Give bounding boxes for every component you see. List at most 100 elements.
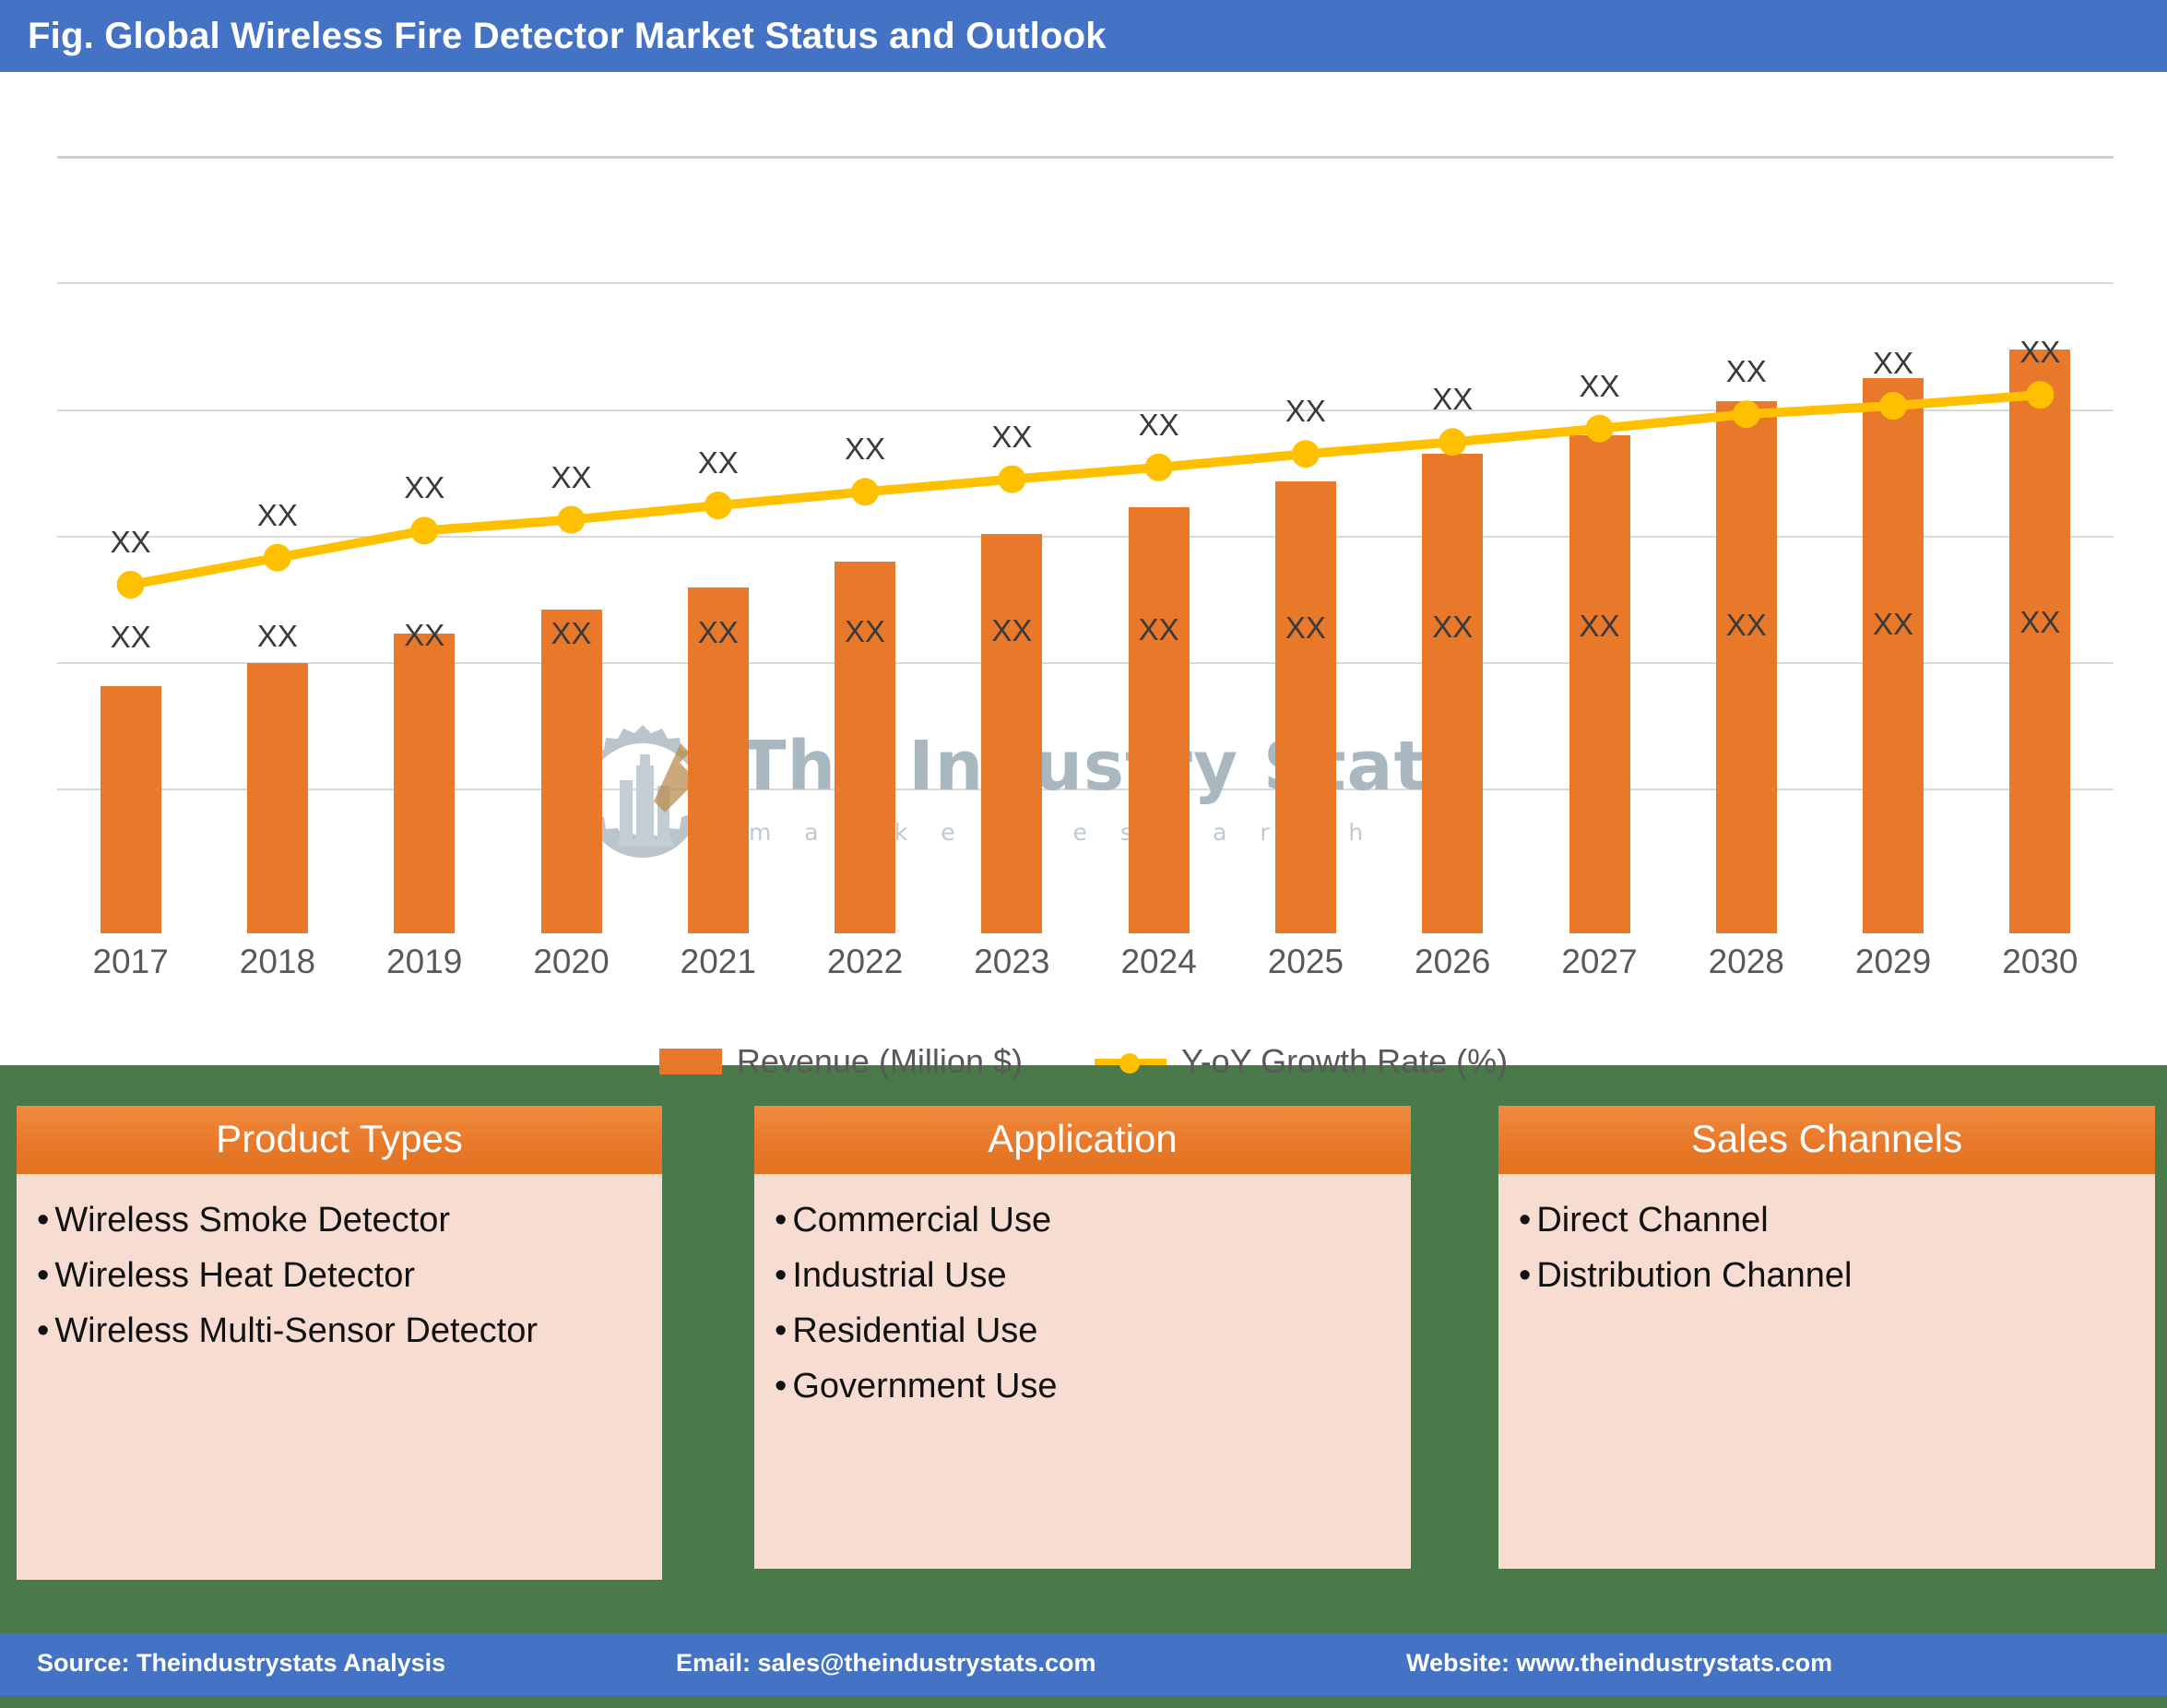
line-marker xyxy=(1879,392,1908,420)
card-body: • Direct Channel • Distribution Channel xyxy=(1498,1174,2155,1569)
card-body: • Commercial Use • Industrial Use • Residenti… xyxy=(754,1174,1411,1569)
bullet-icon: • xyxy=(1519,1256,1532,1296)
x-axis-tick: 2022 xyxy=(826,943,904,980)
line-value-label: XX xyxy=(1138,407,1179,442)
x-axis-tick: 2024 xyxy=(1120,943,1197,980)
line-marker xyxy=(1439,428,1467,457)
line-marker xyxy=(557,505,586,534)
card-list-item-label: Commercial Use xyxy=(792,1201,1052,1239)
line-marker xyxy=(2026,381,2055,409)
line-value-label: XX xyxy=(551,459,592,494)
card-application: Application • Commercial Use • Industrial U… xyxy=(754,1106,1411,1569)
bar-value-label: XX xyxy=(551,616,592,651)
x-axis-tick: 2029 xyxy=(1854,943,1932,980)
card-list-item: • Government Use xyxy=(754,1358,1411,1414)
bar-value-label: XX xyxy=(845,614,886,648)
line-value-label: XX xyxy=(256,497,298,532)
bar-value-label: XX xyxy=(1285,611,1326,646)
chart-panel: The Industry Stats m a r k e t r e s e a… xyxy=(0,72,2167,1080)
x-axis-tick: 2019 xyxy=(386,943,463,980)
card-title: Sales Channels xyxy=(1498,1106,2155,1174)
x-axis-tick: 2021 xyxy=(680,943,756,980)
bar-value-label: XX xyxy=(1725,607,1767,642)
card-list-item-label: Direct Channel xyxy=(1536,1201,1769,1239)
footer-bar: Source: Theindustrystats Analysis Email:… xyxy=(0,1633,2167,1696)
line-value-label: XX xyxy=(697,445,739,480)
line-marker xyxy=(1291,440,1320,469)
card-title: Application xyxy=(754,1106,1411,1174)
card-product-types: Product Types • Wireless Smoke Detector • W… xyxy=(17,1106,662,1580)
bullet-icon: • xyxy=(37,1256,50,1296)
card-list-item-label: Industrial Use xyxy=(792,1256,1007,1296)
card-list-item: • Commercial Use xyxy=(754,1192,1411,1248)
line-marker xyxy=(116,571,145,599)
bullet-icon: • xyxy=(775,1311,787,1351)
card-list-item: • Industrial Use xyxy=(754,1248,1411,1303)
figure-root: Fig. Global Wireless Fire Detector Marke… xyxy=(0,0,2167,1708)
x-axis-tick: 2020 xyxy=(533,943,610,980)
card-list-item: • Wireless Multi-Sensor Detector xyxy=(17,1303,662,1358)
card-title: Product Types xyxy=(17,1106,662,1174)
card-sales-channels: Sales Channels • Direct Channel • Distribut… xyxy=(1498,1106,2155,1569)
card-body: • Wireless Smoke Detector • Wireless Heat D… xyxy=(17,1174,662,1580)
line-value-label: XX xyxy=(1873,345,1914,380)
line-value-label: XX xyxy=(1432,382,1474,417)
card-list-item-label: Wireless Multi-Sensor Detector xyxy=(54,1311,538,1351)
line-value-label: XX xyxy=(1579,368,1620,403)
x-axis-tick: 2017 xyxy=(92,943,169,980)
bar-value-label: XX xyxy=(1138,611,1179,646)
bar-value-label: XX xyxy=(1579,609,1620,643)
footer-source: Source: Theindustrystats Analysis xyxy=(37,1649,446,1677)
line-value-label: XX xyxy=(845,432,886,467)
header-bar: Fig. Global Wireless Fire Detector Marke… xyxy=(0,0,2167,72)
card-list-item: • Residential Use xyxy=(754,1303,1411,1358)
line-value-label: XX xyxy=(404,470,445,505)
x-axis-tick: 2025 xyxy=(1267,943,1344,980)
line-value-label: XX xyxy=(2019,335,2061,370)
line-marker xyxy=(998,465,1026,493)
bullet-icon: • xyxy=(37,1311,50,1351)
page-title: Fig. Global Wireless Fire Detector Marke… xyxy=(28,15,1107,56)
card-list-item: • Wireless Smoke Detector xyxy=(17,1192,662,1248)
bar-value-label: XX xyxy=(1432,610,1474,645)
x-axis-tick: 2028 xyxy=(1708,943,1784,980)
x-axis-tick: 2030 xyxy=(2002,943,2078,980)
bar-value-label: XX xyxy=(404,617,445,652)
plot-area: The Industry Stats m a r k e t r e s e a… xyxy=(57,156,2114,933)
bullet-icon: • xyxy=(775,1201,787,1239)
x-axis-tick: 2027 xyxy=(1561,943,1638,980)
card-list-item: • Direct Channel xyxy=(1498,1192,2155,1248)
bullet-icon: • xyxy=(775,1256,787,1296)
x-axis-tick: 2023 xyxy=(974,943,1050,980)
bar-value-label: XX xyxy=(256,618,298,653)
card-list-item: • Wireless Heat Detector xyxy=(17,1248,662,1303)
line-marker xyxy=(263,543,291,572)
line-value-label: XX xyxy=(991,419,1033,454)
category-cards: Product Types • Wireless Smoke Detector • W… xyxy=(0,1065,2167,1633)
x-axis: 2017 2018 2019 2020 2021 2022 2023 2024 2025 2026… xyxy=(57,943,2114,998)
card-list-item: • Distribution Channel xyxy=(1498,1248,2155,1303)
bar-value-label: XX xyxy=(991,612,1033,647)
card-list-item-label: Wireless Heat Detector xyxy=(54,1256,415,1296)
bullet-icon: • xyxy=(37,1201,50,1239)
line-marker xyxy=(1732,400,1760,429)
footer-website: Website: www.theindustrystats.com xyxy=(1406,1649,1833,1677)
line-marker xyxy=(1144,453,1173,481)
x-axis-tick: 2018 xyxy=(239,943,316,980)
card-list-item-label: Government Use xyxy=(792,1367,1058,1406)
bullet-icon: • xyxy=(1519,1201,1532,1239)
line-value-label: XX xyxy=(1725,354,1767,389)
bar-value-label: XX xyxy=(110,620,151,654)
line-marker xyxy=(1585,414,1614,443)
bar-value-label: XX xyxy=(697,615,739,650)
card-list-item-label: Wireless Smoke Detector xyxy=(54,1201,450,1239)
line-marker xyxy=(851,478,880,506)
bar-value-label: XX xyxy=(2019,605,2061,640)
line-marker xyxy=(410,516,439,545)
footer-email: Email: sales@theindustrystats.com xyxy=(676,1649,1096,1677)
line-marker xyxy=(704,492,732,519)
line-series xyxy=(116,381,2055,599)
line-value-label: XX xyxy=(1285,394,1326,429)
line-value-label: XX xyxy=(110,525,151,559)
x-axis-tick: 2026 xyxy=(1415,943,1491,980)
